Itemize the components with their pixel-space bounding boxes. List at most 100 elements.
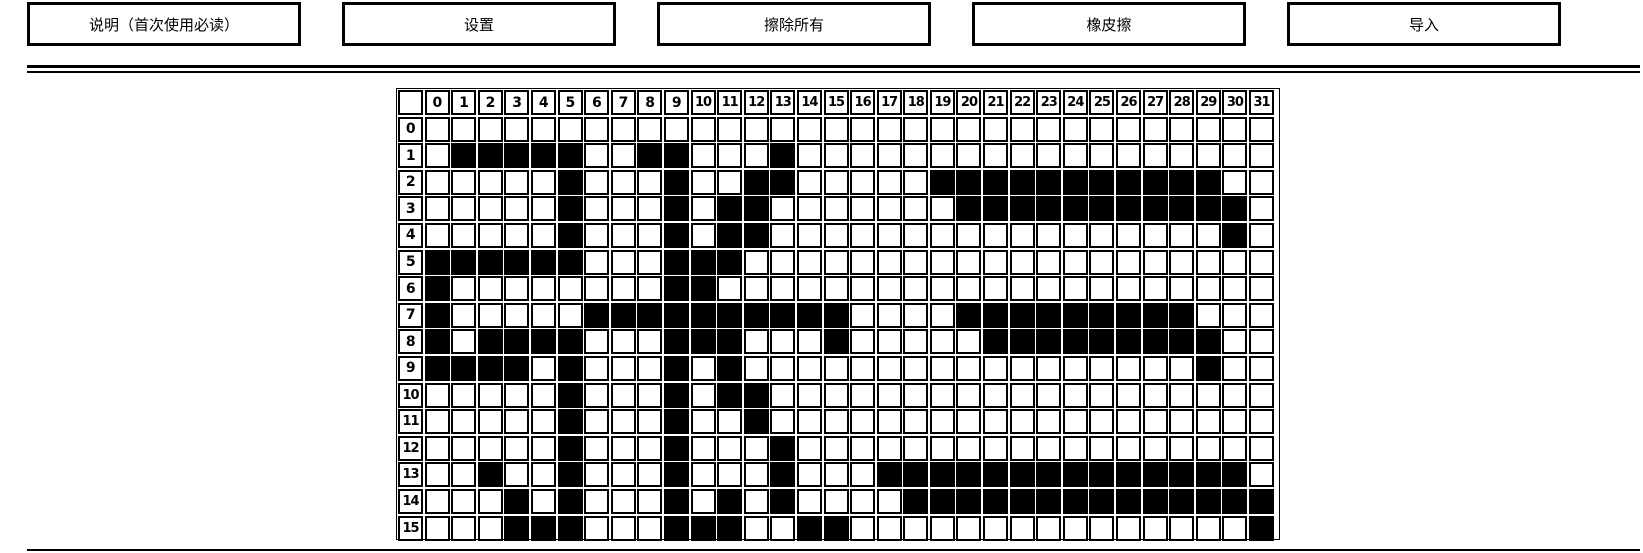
pixel-cell[interactable]: [530, 409, 556, 435]
pixel-cell-filled[interactable]: [983, 329, 1009, 355]
pixel-cell[interactable]: [876, 302, 902, 328]
pixel-cell[interactable]: [530, 382, 556, 408]
pixel-cell-filled[interactable]: [1142, 302, 1168, 328]
pixel-cell-filled[interactable]: [504, 329, 530, 355]
pixel-cell[interactable]: [903, 515, 929, 541]
pixel-cell[interactable]: [1062, 382, 1088, 408]
pixel-cell[interactable]: [1116, 116, 1142, 142]
pixel-cell[interactable]: [929, 249, 955, 275]
erase-all-button[interactable]: 擦除所有: [657, 2, 931, 46]
pixel-cell[interactable]: [477, 196, 503, 222]
pixel-cell[interactable]: [584, 196, 610, 222]
pixel-cell-filled[interactable]: [1195, 196, 1221, 222]
pixel-cell[interactable]: [530, 276, 556, 302]
pixel-cell[interactable]: [1249, 276, 1274, 302]
pixel-cell[interactable]: [1249, 435, 1274, 461]
pixel-cell-filled[interactable]: [504, 355, 530, 381]
pixel-cell-filled[interactable]: [690, 276, 716, 302]
pixel-cell[interactable]: [850, 382, 876, 408]
pixel-cell-filled[interactable]: [610, 302, 636, 328]
pixel-cell[interactable]: [1195, 222, 1221, 248]
pixel-cell-filled[interactable]: [1249, 488, 1274, 514]
pixel-cell[interactable]: [1222, 435, 1248, 461]
pixel-cell-filled[interactable]: [823, 515, 849, 541]
pixel-cell[interactable]: [424, 435, 450, 461]
pixel-cell-filled[interactable]: [796, 302, 822, 328]
pixel-cell-filled[interactable]: [663, 249, 689, 275]
pixel-cell[interactable]: [424, 169, 450, 195]
pixel-cell[interactable]: [1009, 355, 1035, 381]
pixel-cell[interactable]: [823, 169, 849, 195]
pixel-cell[interactable]: [1062, 435, 1088, 461]
pixel-cell[interactable]: [424, 196, 450, 222]
pixel-cell[interactable]: [584, 488, 610, 514]
pixel-cell[interactable]: [1009, 249, 1035, 275]
pixel-cell-filled[interactable]: [663, 488, 689, 514]
pixel-cell-filled[interactable]: [903, 488, 929, 514]
pixel-cell[interactable]: [1195, 515, 1221, 541]
pixel-cell[interactable]: [1116, 515, 1142, 541]
pixel-cell[interactable]: [823, 196, 849, 222]
pixel-cell[interactable]: [1089, 382, 1115, 408]
pixel-cell-filled[interactable]: [1089, 302, 1115, 328]
pixel-cell-filled[interactable]: [929, 488, 955, 514]
pixel-cell-filled[interactable]: [1036, 329, 1062, 355]
pixel-cell[interactable]: [823, 435, 849, 461]
pixel-cell[interactable]: [477, 276, 503, 302]
pixel-cell[interactable]: [796, 462, 822, 488]
pixel-cell[interactable]: [690, 169, 716, 195]
pixel-cell-filled[interactable]: [477, 249, 503, 275]
pixel-cell[interactable]: [424, 488, 450, 514]
pixel-cell[interactable]: [504, 169, 530, 195]
pixel-cell[interactable]: [1142, 435, 1168, 461]
pixel-cell-filled[interactable]: [1009, 462, 1035, 488]
pixel-cell[interactable]: [850, 462, 876, 488]
pixel-cell[interactable]: [1009, 409, 1035, 435]
pixel-cell[interactable]: [876, 276, 902, 302]
pixel-cell[interactable]: [584, 515, 610, 541]
pixel-cell[interactable]: [451, 515, 477, 541]
pixel-cell[interactable]: [1249, 169, 1274, 195]
pixel-cell-filled[interactable]: [1195, 169, 1221, 195]
pixel-cell[interactable]: [1062, 143, 1088, 169]
pixel-cell[interactable]: [530, 355, 556, 381]
pixel-cell[interactable]: [637, 355, 663, 381]
pixel-cell[interactable]: [584, 222, 610, 248]
pixel-cell-filled[interactable]: [929, 462, 955, 488]
pixel-cell[interactable]: [451, 329, 477, 355]
settings-button[interactable]: 设置: [342, 2, 616, 46]
pixel-cell-filled[interactable]: [1116, 462, 1142, 488]
pixel-cell[interactable]: [1089, 515, 1115, 541]
pixel-cell[interactable]: [929, 409, 955, 435]
pixel-cell[interactable]: [796, 249, 822, 275]
pixel-cell[interactable]: [1195, 409, 1221, 435]
pixel-cell[interactable]: [557, 116, 583, 142]
pixel-cell[interactable]: [1089, 143, 1115, 169]
pixel-cell[interactable]: [1142, 409, 1168, 435]
pixel-cell[interactable]: [637, 488, 663, 514]
pixel-cell[interactable]: [850, 515, 876, 541]
pixel-cell[interactable]: [477, 409, 503, 435]
pixel-cell[interactable]: [956, 355, 982, 381]
pixel-cell[interactable]: [956, 249, 982, 275]
pixel-cell[interactable]: [956, 329, 982, 355]
pixel-cell[interactable]: [876, 409, 902, 435]
pixel-cell-filled[interactable]: [1169, 196, 1195, 222]
pixel-cell[interactable]: [743, 435, 769, 461]
pixel-cell[interactable]: [610, 409, 636, 435]
pixel-cell-filled[interactable]: [557, 169, 583, 195]
pixel-cell[interactable]: [850, 222, 876, 248]
pixel-cell[interactable]: [1222, 276, 1248, 302]
pixel-cell[interactable]: [1009, 382, 1035, 408]
pixel-cell[interactable]: [1195, 116, 1221, 142]
pixel-cell[interactable]: [637, 515, 663, 541]
pixel-cell-filled[interactable]: [451, 143, 477, 169]
pixel-cell[interactable]: [1009, 435, 1035, 461]
pixel-cell-filled[interactable]: [663, 382, 689, 408]
pixel-cell[interactable]: [477, 435, 503, 461]
pixel-cell-filled[interactable]: [717, 249, 743, 275]
pixel-cell[interactable]: [1062, 249, 1088, 275]
pixel-cell[interactable]: [1036, 355, 1062, 381]
pixel-cell-filled[interactable]: [1009, 329, 1035, 355]
pixel-cell[interactable]: [770, 409, 796, 435]
